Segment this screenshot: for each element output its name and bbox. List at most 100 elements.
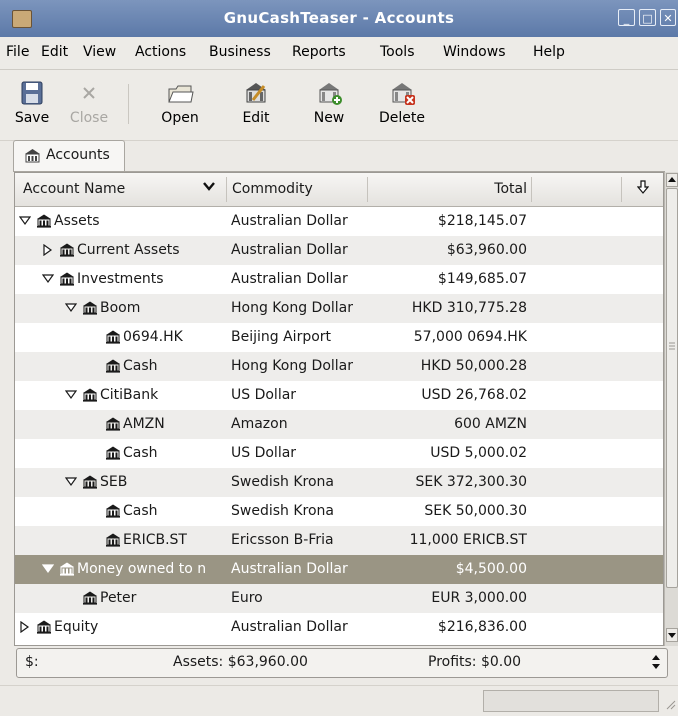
- account-commodity: Australian Dollar: [231, 271, 348, 287]
- table-row[interactable]: Investments Australian Dollar $149,685.07: [15, 265, 663, 294]
- table-row[interactable]: Cash Hong Kong Dollar HKD 50,000.28: [15, 352, 663, 381]
- expander-expanded-icon[interactable]: [18, 215, 32, 231]
- close-button[interactable]: Close: [62, 74, 116, 126]
- bank-icon: [82, 474, 98, 490]
- menu-reports[interactable]: Reports: [292, 44, 346, 60]
- status-bar: [0, 685, 678, 716]
- account-name: Current Assets: [77, 242, 180, 258]
- delete-label: Delete: [379, 110, 425, 126]
- table-row[interactable]: AMZN Amazon 600 AMZN: [15, 410, 663, 439]
- menu-tools[interactable]: Tools: [380, 44, 415, 60]
- account-commodity: Euro: [231, 590, 263, 606]
- bank-icon: [105, 416, 121, 432]
- account-name: Equity: [54, 619, 99, 635]
- table-row[interactable]: Money owned to n Australian Dollar $4,500.…: [15, 555, 663, 584]
- bank-icon: [82, 300, 98, 316]
- menu-windows[interactable]: Windows: [443, 44, 506, 60]
- delete-button[interactable]: Delete: [372, 74, 432, 126]
- save-button[interactable]: Save: [8, 74, 56, 126]
- expander-expanded-icon[interactable]: [41, 273, 55, 289]
- account-name: Investments: [77, 271, 164, 287]
- account-total: 57,000 0694.HK: [413, 329, 527, 345]
- account-commodity: Hong Kong Dollar: [231, 358, 354, 374]
- summary-profits: Profits: $0.00: [428, 654, 522, 670]
- account-commodity: Australian Dollar: [231, 213, 348, 229]
- table-row[interactable]: Current Assets Australian Dollar $63,960.0…: [15, 236, 663, 265]
- scroll-up-icon[interactable]: [666, 173, 678, 187]
- table-row[interactable]: CitiBank US Dollar USD 26,768.02: [15, 381, 663, 410]
- account-name: Boom: [100, 300, 141, 316]
- account-name: Money owned to n: [77, 561, 207, 577]
- chevron-down-icon[interactable]: [203, 180, 215, 196]
- expander-collapsed-icon[interactable]: [42, 243, 54, 260]
- account-total: HKD 310,775.28: [411, 300, 527, 316]
- open-button[interactable]: Open: [142, 74, 218, 126]
- table-row[interactable]: Peter Euro EUR 3,000.00: [15, 584, 663, 613]
- resize-grip-icon[interactable]: [664, 698, 676, 714]
- expander-expanded-icon[interactable]: [64, 302, 78, 318]
- open-folder-icon: [166, 80, 194, 106]
- tab-label: Accounts: [46, 147, 110, 163]
- new-button[interactable]: New: [303, 74, 355, 126]
- bank-icon: [24, 148, 41, 168]
- account-total: $218,145.07: [437, 213, 527, 229]
- table-row[interactable]: 0694.HK Beijing Airport 57,000 0694.HK: [15, 323, 663, 352]
- table-row[interactable]: Cash US Dollar USD 5,000.02: [15, 439, 663, 468]
- down-arrow-icon[interactable]: [636, 180, 650, 198]
- account-name: 0694.HK: [123, 329, 183, 345]
- bank-icon: [36, 213, 52, 229]
- expander-collapsed-icon[interactable]: [19, 620, 31, 637]
- edit-label: Edit: [242, 110, 270, 126]
- menu-business[interactable]: Business: [209, 44, 271, 60]
- menu-edit[interactable]: Edit: [41, 44, 68, 60]
- menu-help[interactable]: Help: [533, 44, 565, 60]
- bank-icon: [105, 532, 121, 548]
- table-row[interactable]: Equity Australian Dollar $216,836.00: [15, 613, 663, 642]
- tab-accounts[interactable]: Accounts: [13, 140, 125, 171]
- account-commodity: Swedish Krona: [231, 503, 334, 519]
- account-commodity: Hong Kong Dollar: [231, 300, 354, 316]
- account-name: CitiBank: [100, 387, 159, 403]
- table-row[interactable]: Cash Swedish Krona SEK 50,000.30: [15, 497, 663, 526]
- account-name: ERICB.ST: [123, 532, 187, 548]
- account-commodity: Beijing Airport: [231, 329, 332, 345]
- column-header-total[interactable]: Total: [387, 181, 527, 197]
- bank-icon: [105, 503, 121, 519]
- column-header-account-name[interactable]: Account Name: [23, 181, 125, 197]
- expander-expanded-icon[interactable]: [64, 389, 78, 405]
- account-commodity: Australian Dollar: [231, 242, 348, 258]
- summary-bar[interactable]: $: Assets: $63,960.00 Profits: $0.00: [16, 648, 668, 678]
- table-row[interactable]: Boom Hong Kong Dollar HKD 310,775.28: [15, 294, 663, 323]
- close-window-icon[interactable]: ✕: [660, 9, 676, 26]
- updown-icon[interactable]: [651, 653, 661, 675]
- tree-header: Account Name Commodity Total: [15, 173, 663, 207]
- table-row[interactable]: SEB Swedish Krona SEK 372,300.30: [15, 468, 663, 497]
- menu-actions[interactable]: Actions: [135, 44, 186, 60]
- account-commodity: Australian Dollar: [231, 561, 348, 577]
- edit-button[interactable]: Edit: [230, 74, 282, 126]
- delete-account-icon: [388, 80, 416, 106]
- menu-bar: File Edit View Actions Business Reports …: [0, 37, 678, 70]
- account-total: 11,000 ERICB.ST: [409, 532, 527, 548]
- account-commodity: US Dollar: [231, 445, 297, 461]
- scroll-thumb[interactable]: [666, 188, 678, 588]
- account-commodity: US Dollar: [231, 387, 297, 403]
- account-name: Cash: [123, 503, 158, 519]
- account-name: Peter: [100, 590, 137, 606]
- scroll-down-icon[interactable]: [666, 628, 678, 642]
- menu-file[interactable]: File: [6, 44, 29, 60]
- vertical-scrollbar[interactable]: [664, 172, 678, 646]
- table-row[interactable]: ERICB.ST Ericsson B-Fria 11,000 ERICB.ST: [15, 526, 663, 555]
- floppy-icon: [18, 80, 46, 106]
- column-header-commodity[interactable]: Commodity: [232, 181, 313, 197]
- table-row[interactable]: Assets Australian Dollar $218,145.07: [15, 207, 663, 236]
- expander-expanded-icon[interactable]: [41, 563, 55, 579]
- account-total: SEK 372,300.30: [415, 474, 527, 490]
- minimize-icon[interactable]: _: [618, 9, 635, 26]
- window-title: GnuCashTeaser - Accounts: [223, 9, 455, 27]
- account-commodity: Swedish Krona: [231, 474, 334, 490]
- account-total: USD 26,768.02: [421, 387, 527, 403]
- expander-expanded-icon[interactable]: [64, 476, 78, 492]
- menu-view[interactable]: View: [83, 44, 116, 60]
- maximize-icon[interactable]: □: [639, 9, 656, 26]
